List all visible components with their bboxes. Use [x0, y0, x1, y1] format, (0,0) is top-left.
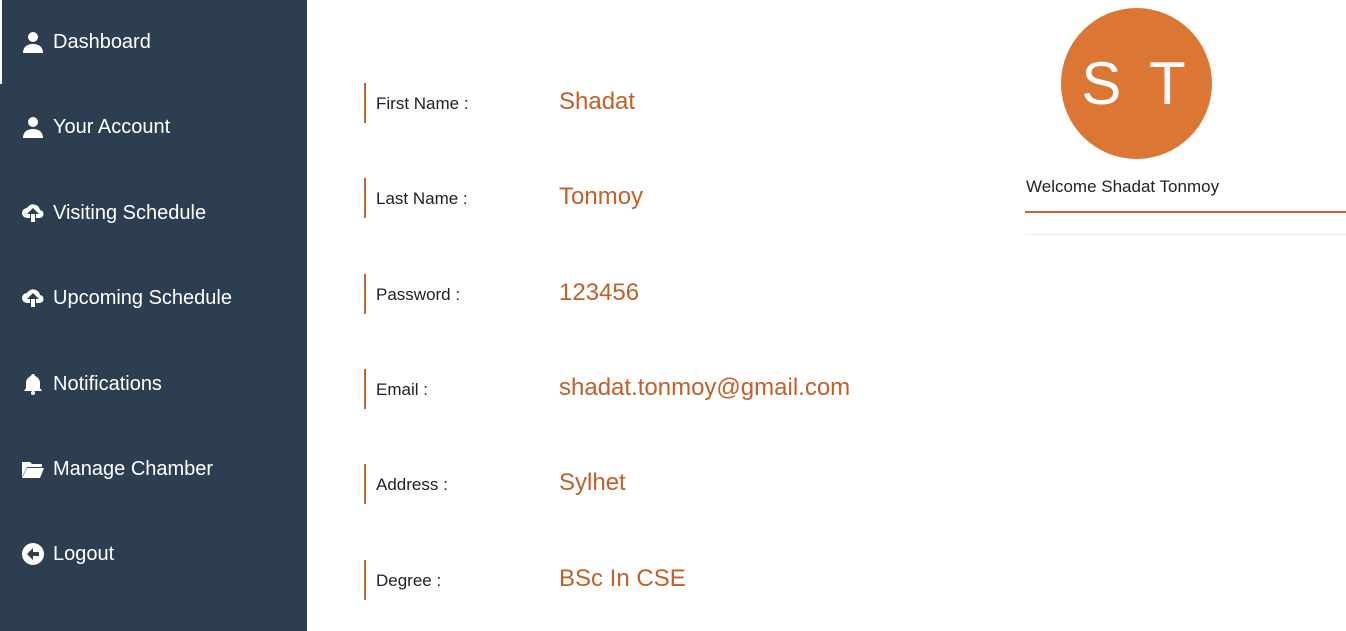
- folder-open-icon: [20, 456, 46, 482]
- sidebar-item-label: Notifications: [53, 372, 162, 395]
- user-icon: [20, 29, 46, 55]
- sidebar-item-label: Your Account: [53, 115, 171, 138]
- field-accent-bar: [364, 274, 366, 314]
- password-row: Password : 123456: [364, 274, 964, 314]
- first-name-value: Shadat: [559, 88, 636, 115]
- last-name-value: Tonmoy: [559, 183, 644, 210]
- sidebar-item-logout[interactable]: Logout: [0, 524, 307, 584]
- field-accent-bar: [364, 83, 366, 123]
- sidebar-item-label: Upcoming Schedule: [53, 286, 232, 309]
- sidebar-item-label: Manage Chamber: [53, 457, 214, 480]
- sidebar-item-visiting-schedule[interactable]: Visiting Schedule: [0, 183, 307, 243]
- sidebar-item-manage-chamber[interactable]: Manage Chamber: [0, 439, 307, 499]
- address-label: Address :: [376, 475, 448, 494]
- sidebar-item-label: Dashboard: [53, 30, 151, 53]
- first-name-row: First Name : Shadat: [364, 83, 964, 123]
- sidebar-item-your-account[interactable]: Your Account: [0, 97, 307, 157]
- email-value: shadat.tonmoy@gmail.com: [559, 374, 851, 401]
- field-accent-bar: [364, 178, 366, 218]
- welcome-text: Welcome Shadat Tonmoy: [1026, 177, 1220, 196]
- sidebar-item-dashboard[interactable]: Dashboard: [0, 0, 307, 84]
- email-label: Email :: [376, 380, 428, 399]
- cloud-upload-icon: [20, 200, 46, 226]
- sidebar-item-label: Visiting Schedule: [53, 201, 207, 224]
- circle-arrow-left-icon: [20, 541, 46, 567]
- address-row: Address : Sylhet: [364, 464, 964, 504]
- password-value: 123456: [559, 279, 640, 306]
- first-name-label: First Name :: [376, 94, 469, 113]
- degree-value: BSc In CSE: [559, 565, 686, 592]
- field-accent-bar: [364, 464, 366, 504]
- last-name-row: Last Name : Tonmoy: [364, 178, 964, 218]
- welcome-divider-light: [1025, 234, 1346, 235]
- cloud-upload-icon: [20, 285, 46, 311]
- email-row: Email : shadat.tonmoy@gmail.com: [364, 369, 964, 409]
- avatar: S T: [1061, 8, 1212, 159]
- degree-label: Degree :: [376, 571, 442, 590]
- last-name-label: Last Name :: [376, 189, 468, 208]
- sidebar-item-label: Logout: [53, 542, 115, 565]
- degree-row: Degree : BSc In CSE: [364, 560, 964, 600]
- password-label: Password :: [376, 285, 461, 304]
- user-icon: [20, 114, 46, 140]
- welcome-divider: [1025, 211, 1346, 213]
- field-accent-bar: [364, 369, 366, 409]
- sidebar: Dashboard Your Account Visiting Schedule…: [0, 0, 307, 631]
- bell-icon: [20, 371, 46, 397]
- sidebar-item-notifications[interactable]: Notifications: [0, 354, 307, 414]
- sidebar-item-upcoming-schedule[interactable]: Upcoming Schedule: [0, 268, 307, 328]
- field-accent-bar: [364, 560, 366, 600]
- address-value: Sylhet: [559, 469, 626, 496]
